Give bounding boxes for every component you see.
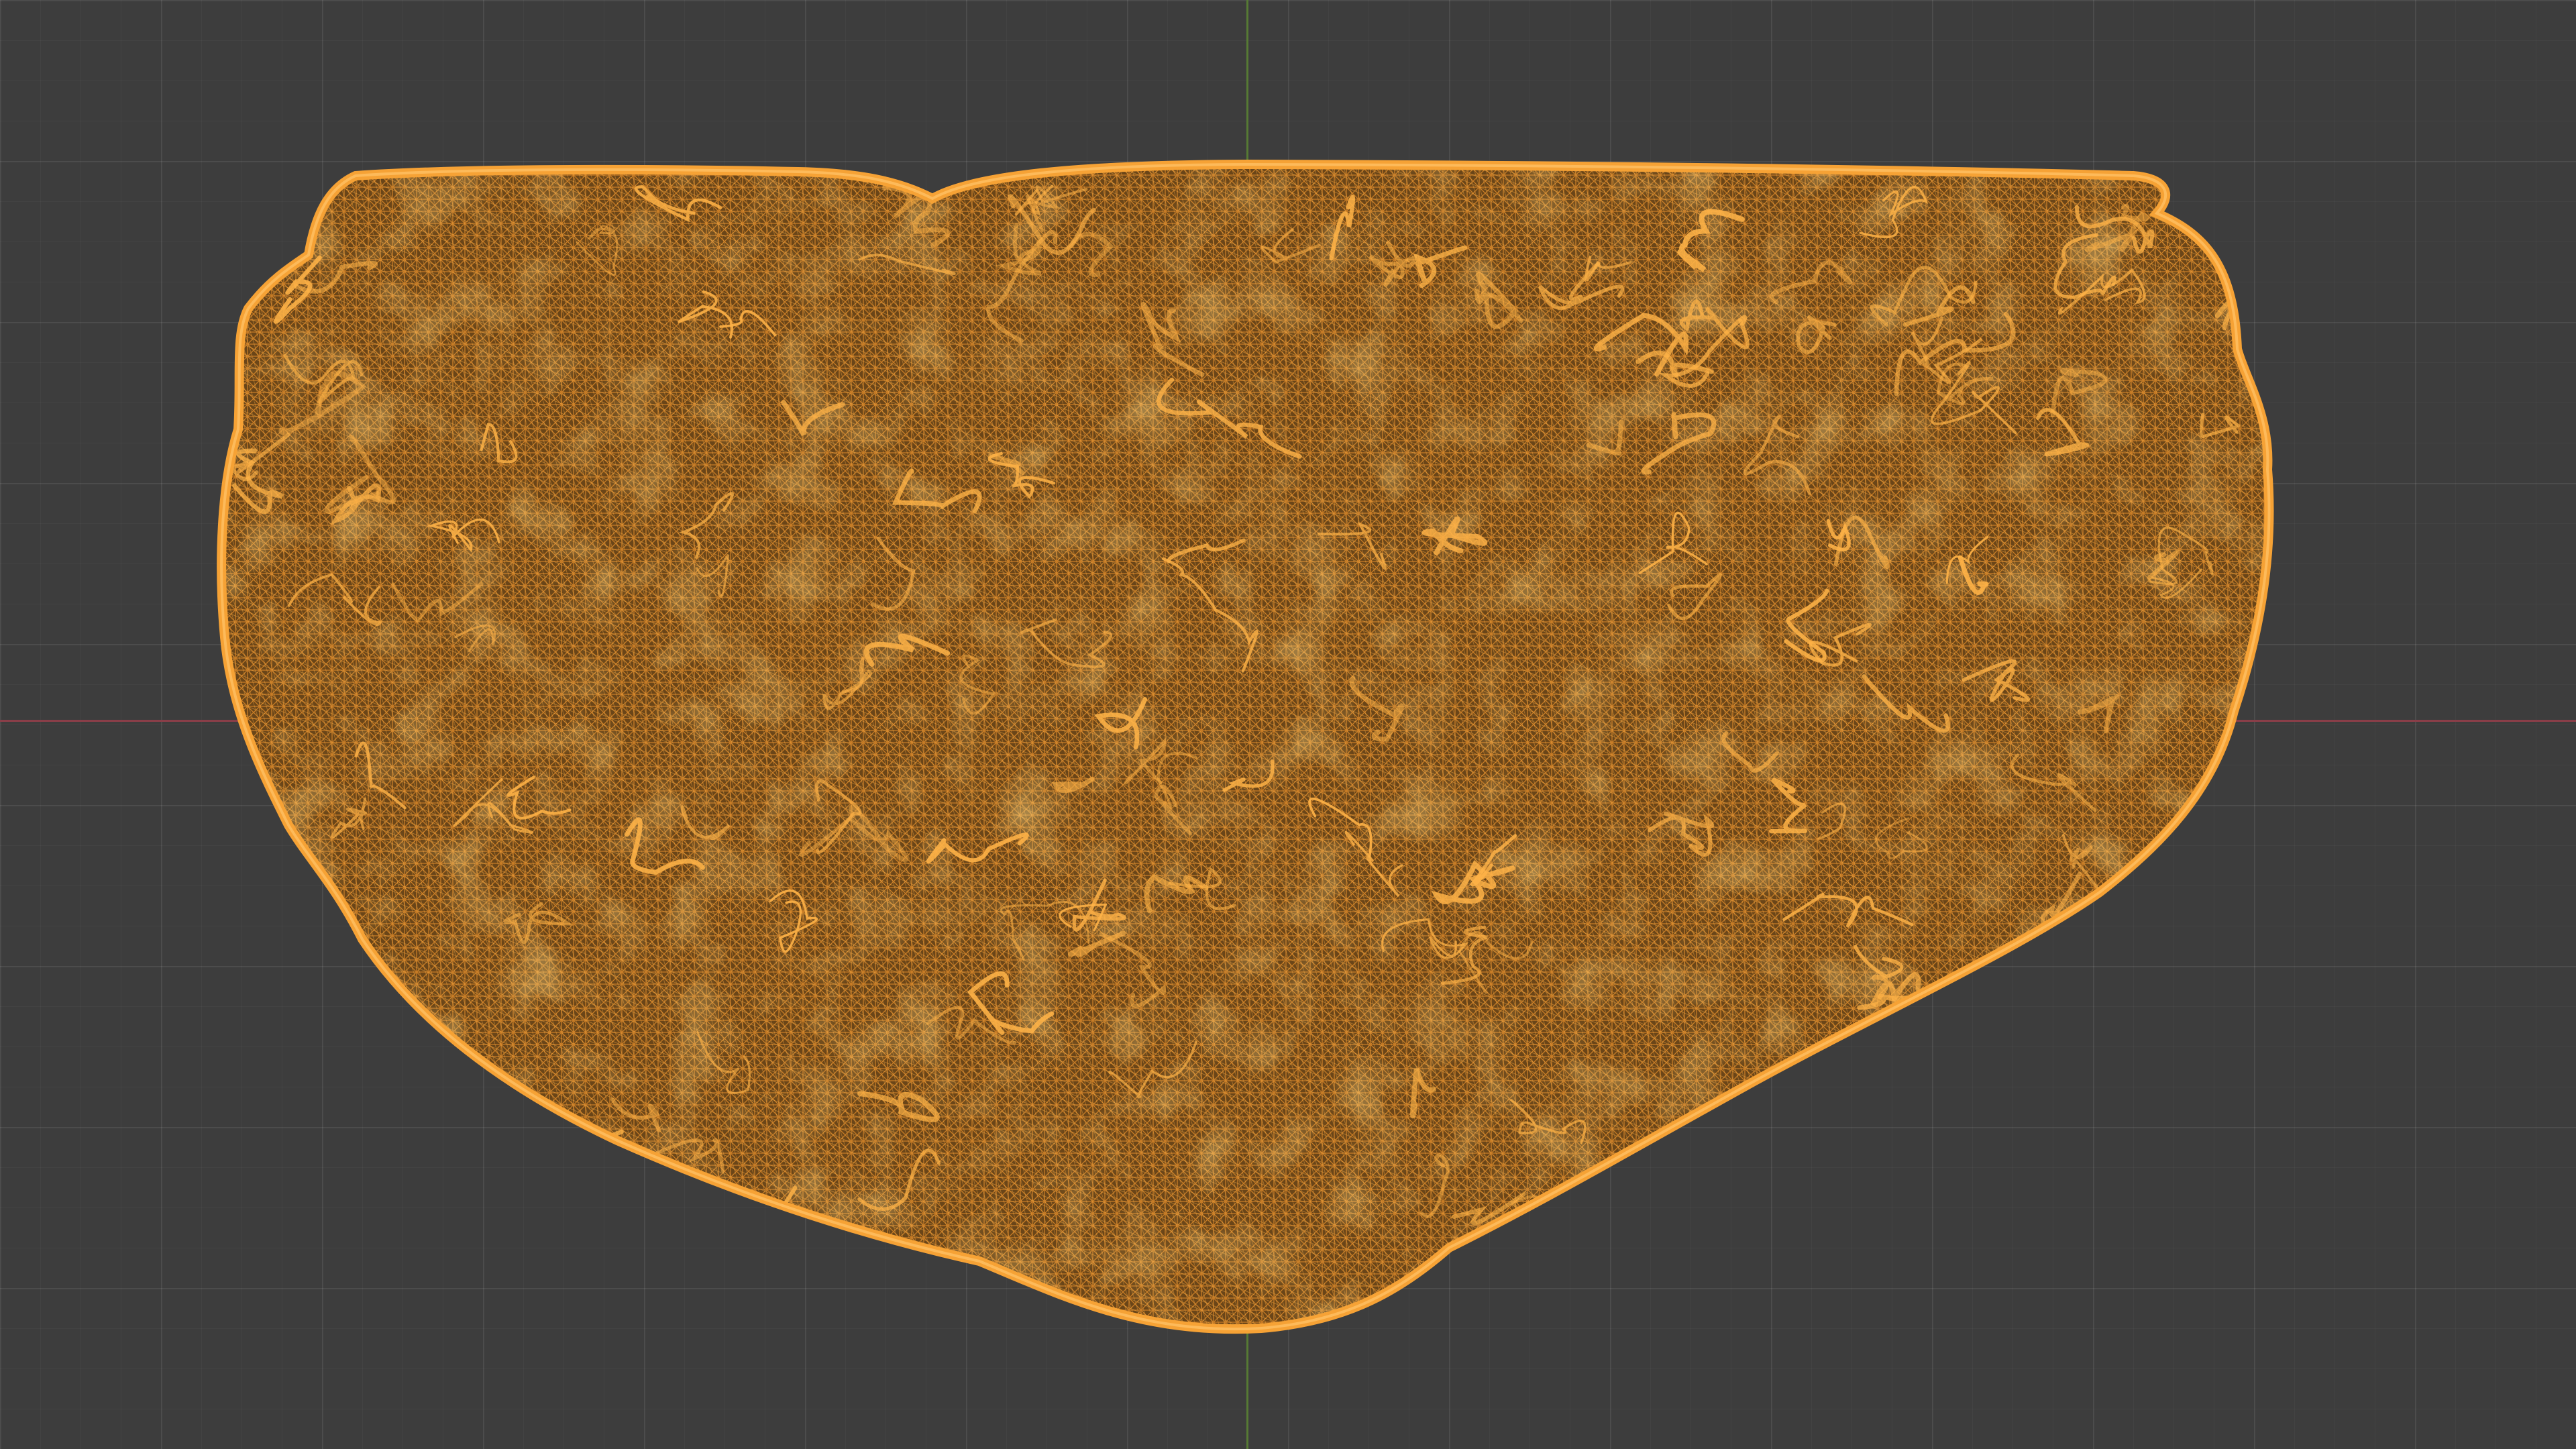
- mesh-ridge: [221, 1150, 323, 1191]
- mesh-ridge: [2149, 1238, 2186, 1299]
- wireframe-mesh-object[interactable]: [0, 0, 2576, 1449]
- mesh-ridge: [663, 1181, 729, 1220]
- mesh-ridge: [513, 1113, 583, 1165]
- mesh-ridge: [342, 1061, 392, 1127]
- mesh-ridge: [278, 991, 323, 1025]
- mesh-ridge: [1921, 1060, 2033, 1189]
- mesh-ridge: [516, 1129, 624, 1212]
- mesh-ridge: [2065, 927, 2152, 1026]
- mesh-ridge: [1904, 1055, 1919, 1080]
- 3d-viewport[interactable]: [0, 0, 2576, 1449]
- mesh-ridge: [2195, 951, 2245, 1028]
- mesh-ridge: [2057, 1095, 2124, 1121]
- mesh-ridge: [2171, 927, 2269, 977]
- mesh-ridge: [1978, 1179, 2019, 1232]
- mesh-ridge: [2060, 1139, 2107, 1173]
- mesh-ridge: [513, 1136, 590, 1181]
- mesh-ridge: [1937, 1013, 1983, 1044]
- mesh-ridge: [345, 1183, 433, 1244]
- mesh-ridge: [1909, 1016, 2006, 1063]
- mesh-ridge: [2171, 1238, 2219, 1262]
- mesh-ridge: [269, 1014, 324, 1069]
- mesh-ridge: [1632, 1163, 1700, 1235]
- mesh-ridge: [347, 1053, 447, 1106]
- mesh-surface-highlights: [221, 164, 2269, 1330]
